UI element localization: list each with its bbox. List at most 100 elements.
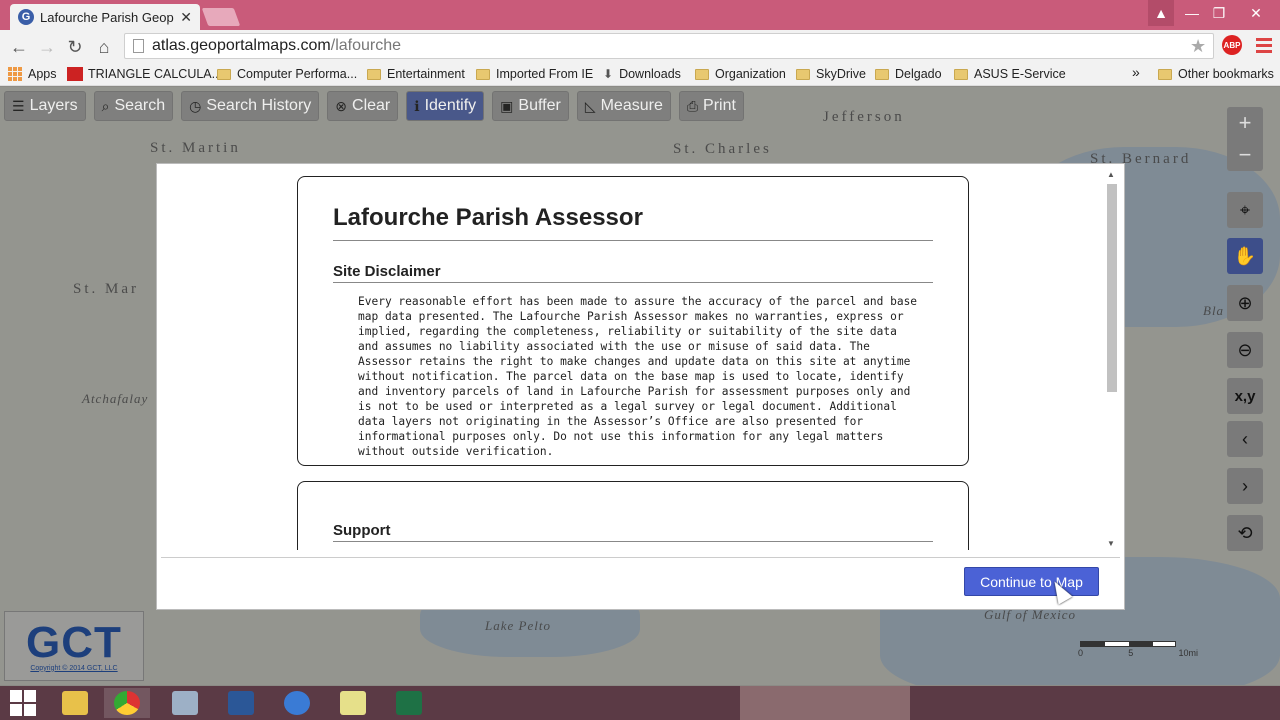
- scale-labels: 0 5 10mi: [1078, 648, 1198, 658]
- bookmark-label: Computer Performa...: [237, 67, 358, 81]
- wallpaper-segment: [740, 686, 910, 720]
- chrome-menu-icon[interactable]: [1256, 38, 1272, 56]
- scroll-down-icon[interactable]: ▼: [1107, 539, 1115, 548]
- forward-arrow-icon[interactable]: →: [36, 36, 58, 58]
- chevron-left-icon: ‹: [1242, 428, 1248, 449]
- browser-tab[interactable]: G Lafourche Parish Geoporta ✕: [10, 4, 200, 30]
- scale-bar: [1080, 641, 1176, 647]
- search-icon: ⌕: [101, 97, 110, 114]
- scale-label: 10mi: [1178, 648, 1198, 658]
- bookmark-star-icon[interactable]: ★: [1190, 36, 1206, 57]
- taskbar-word[interactable]: [218, 688, 264, 718]
- clear-icon: ⊗: [335, 97, 348, 114]
- pan-button[interactable]: ✋: [1227, 238, 1263, 274]
- window-close-icon[interactable]: ✕: [1236, 0, 1276, 26]
- bookmark-entertainment[interactable]: Entertainment: [367, 65, 465, 83]
- measure-button[interactable]: ◺ Measure: [576, 91, 671, 121]
- bookmark-asus-e-service[interactable]: ASUS E-Service: [954, 65, 1066, 83]
- dialog-scroll-area[interactable]: Lafourche Parish Assessor Site Disclaime…: [157, 164, 1124, 550]
- full-extent-button[interactable]: ⟲: [1227, 515, 1263, 551]
- continue-to-map-button[interactable]: Continue to Map: [964, 567, 1099, 596]
- identify-button[interactable]: ℹ Identify: [406, 91, 485, 121]
- logo-text: GCT: [26, 617, 122, 667]
- refresh-globe-icon: ⟲: [1237, 522, 1253, 543]
- hand-icon: ✋: [1233, 245, 1257, 266]
- scrollbar-thumb[interactable]: [1107, 184, 1117, 392]
- bookmark-computer-performance[interactable]: Computer Performa...: [217, 65, 357, 83]
- tab-title: Lafourche Parish Geoporta: [40, 9, 174, 25]
- disclaimer-text: Every reasonable effort has been made to…: [358, 295, 918, 458]
- taskbar-chrome[interactable]: [104, 688, 150, 718]
- scale-label: 5: [1128, 648, 1134, 658]
- tool-label: Search: [114, 97, 166, 114]
- bookmark-downloads[interactable]: ⬇ Downloads: [603, 65, 681, 83]
- more-bookmarks-chevron-icon[interactable]: »: [1132, 64, 1140, 80]
- zoom-control: + −: [1227, 107, 1263, 171]
- xy-coordinates-button[interactable]: x,y: [1227, 378, 1263, 414]
- zoom-in-icon[interactable]: +: [1239, 110, 1252, 136]
- close-tab-icon[interactable]: ✕: [180, 9, 192, 26]
- new-tab-button[interactable]: [201, 8, 241, 26]
- bookmarks-bar: Apps TRIANGLE CALCULA... Computer Perfor…: [0, 62, 1280, 86]
- bookmark-imported-from-ie[interactable]: Imported From IE: [476, 65, 593, 83]
- next-extent-button[interactable]: ›: [1227, 468, 1263, 504]
- logo-copyright-link[interactable]: Copyright © 2014 GCT, LLC: [30, 665, 117, 672]
- zoom-in-box-button[interactable]: ⊕: [1227, 285, 1263, 321]
- bookmark-label: Other bookmarks: [1178, 67, 1274, 81]
- taskbar-globe-app[interactable]: [274, 688, 320, 718]
- tool-label: Measure: [600, 97, 663, 114]
- search-button[interactable]: ⌕ Search: [93, 91, 174, 121]
- zoom-out-box-button[interactable]: ⊖: [1227, 332, 1263, 368]
- gct-logo[interactable]: GCT Copyright © 2014 GCT, LLC: [4, 611, 144, 681]
- folder-icon: [796, 68, 810, 80]
- bookmark-organization[interactable]: Organization: [695, 65, 786, 83]
- dialog-scrollbar[interactable]: ▲ ▼: [1105, 170, 1119, 548]
- search-history-button[interactable]: ◷ Search History: [181, 91, 320, 121]
- dialog-divider: [161, 557, 1120, 558]
- address-bar[interactable]: atlas.geoportalmaps.com/lafourche: [124, 33, 1214, 59]
- chrome-icon: [114, 691, 140, 715]
- tool-label: Search History: [206, 97, 312, 114]
- tool-label: Layers: [29, 97, 78, 114]
- profile-icon[interactable]: ▲: [1148, 0, 1174, 26]
- taskbar-calculator[interactable]: [162, 688, 208, 718]
- folder-icon: [954, 68, 968, 80]
- reload-icon[interactable]: ↻: [64, 36, 86, 58]
- scroll-up-icon[interactable]: ▲: [1107, 170, 1115, 179]
- previous-extent-button[interactable]: ‹: [1227, 421, 1263, 457]
- bookmark-label: Organization: [715, 67, 786, 81]
- start-button[interactable]: [0, 688, 46, 718]
- windows-logo-icon: [10, 690, 36, 716]
- taskbar-sticky-notes[interactable]: [330, 688, 376, 718]
- file-explorer-icon: [62, 691, 88, 715]
- windows-taskbar: [0, 686, 1280, 720]
- taskbar-excel[interactable]: [386, 688, 432, 718]
- clear-button[interactable]: ⊗ Clear: [327, 91, 399, 121]
- map-label-st-martin: St. Martin: [150, 140, 241, 156]
- back-arrow-icon[interactable]: ←: [8, 36, 30, 58]
- map-label-lake-pelto: Lake Pelto: [485, 618, 551, 633]
- home-icon[interactable]: ⌂: [93, 36, 115, 58]
- zoom-out-icon[interactable]: −: [1239, 142, 1252, 168]
- minimize-icon[interactable]: —: [1178, 0, 1206, 26]
- taskbar-file-explorer[interactable]: [52, 688, 98, 718]
- bookmark-delgado[interactable]: Delgado: [875, 65, 942, 83]
- other-bookmarks[interactable]: Other bookmarks: [1158, 65, 1274, 83]
- bookmark-skydrive[interactable]: SkyDrive: [796, 65, 866, 83]
- bookmark-apps[interactable]: Apps: [8, 65, 57, 83]
- buffer-button[interactable]: ▣ Buffer: [492, 91, 569, 121]
- bookmark-triangle-calculator[interactable]: TRIANGLE CALCULA...: [67, 65, 222, 83]
- layers-button[interactable]: ☰ Layers: [4, 91, 86, 121]
- adblock-plus-icon[interactable]: ABP: [1222, 35, 1242, 55]
- bookmark-label: ASUS E-Service: [974, 67, 1066, 81]
- download-icon: ⬇: [603, 67, 614, 81]
- printer-icon: ⎙: [686, 97, 699, 114]
- bookmark-label: Apps: [28, 67, 57, 81]
- locate-button[interactable]: ⌖: [1227, 192, 1263, 228]
- map-label-st-charles: St. Charles: [673, 141, 772, 157]
- print-button[interactable]: ⎙ Print: [678, 91, 744, 121]
- folder-icon: [217, 68, 231, 80]
- restore-icon[interactable]: ❐: [1206, 0, 1232, 26]
- site-favicon-icon: G: [18, 9, 34, 25]
- word-icon: [228, 691, 254, 715]
